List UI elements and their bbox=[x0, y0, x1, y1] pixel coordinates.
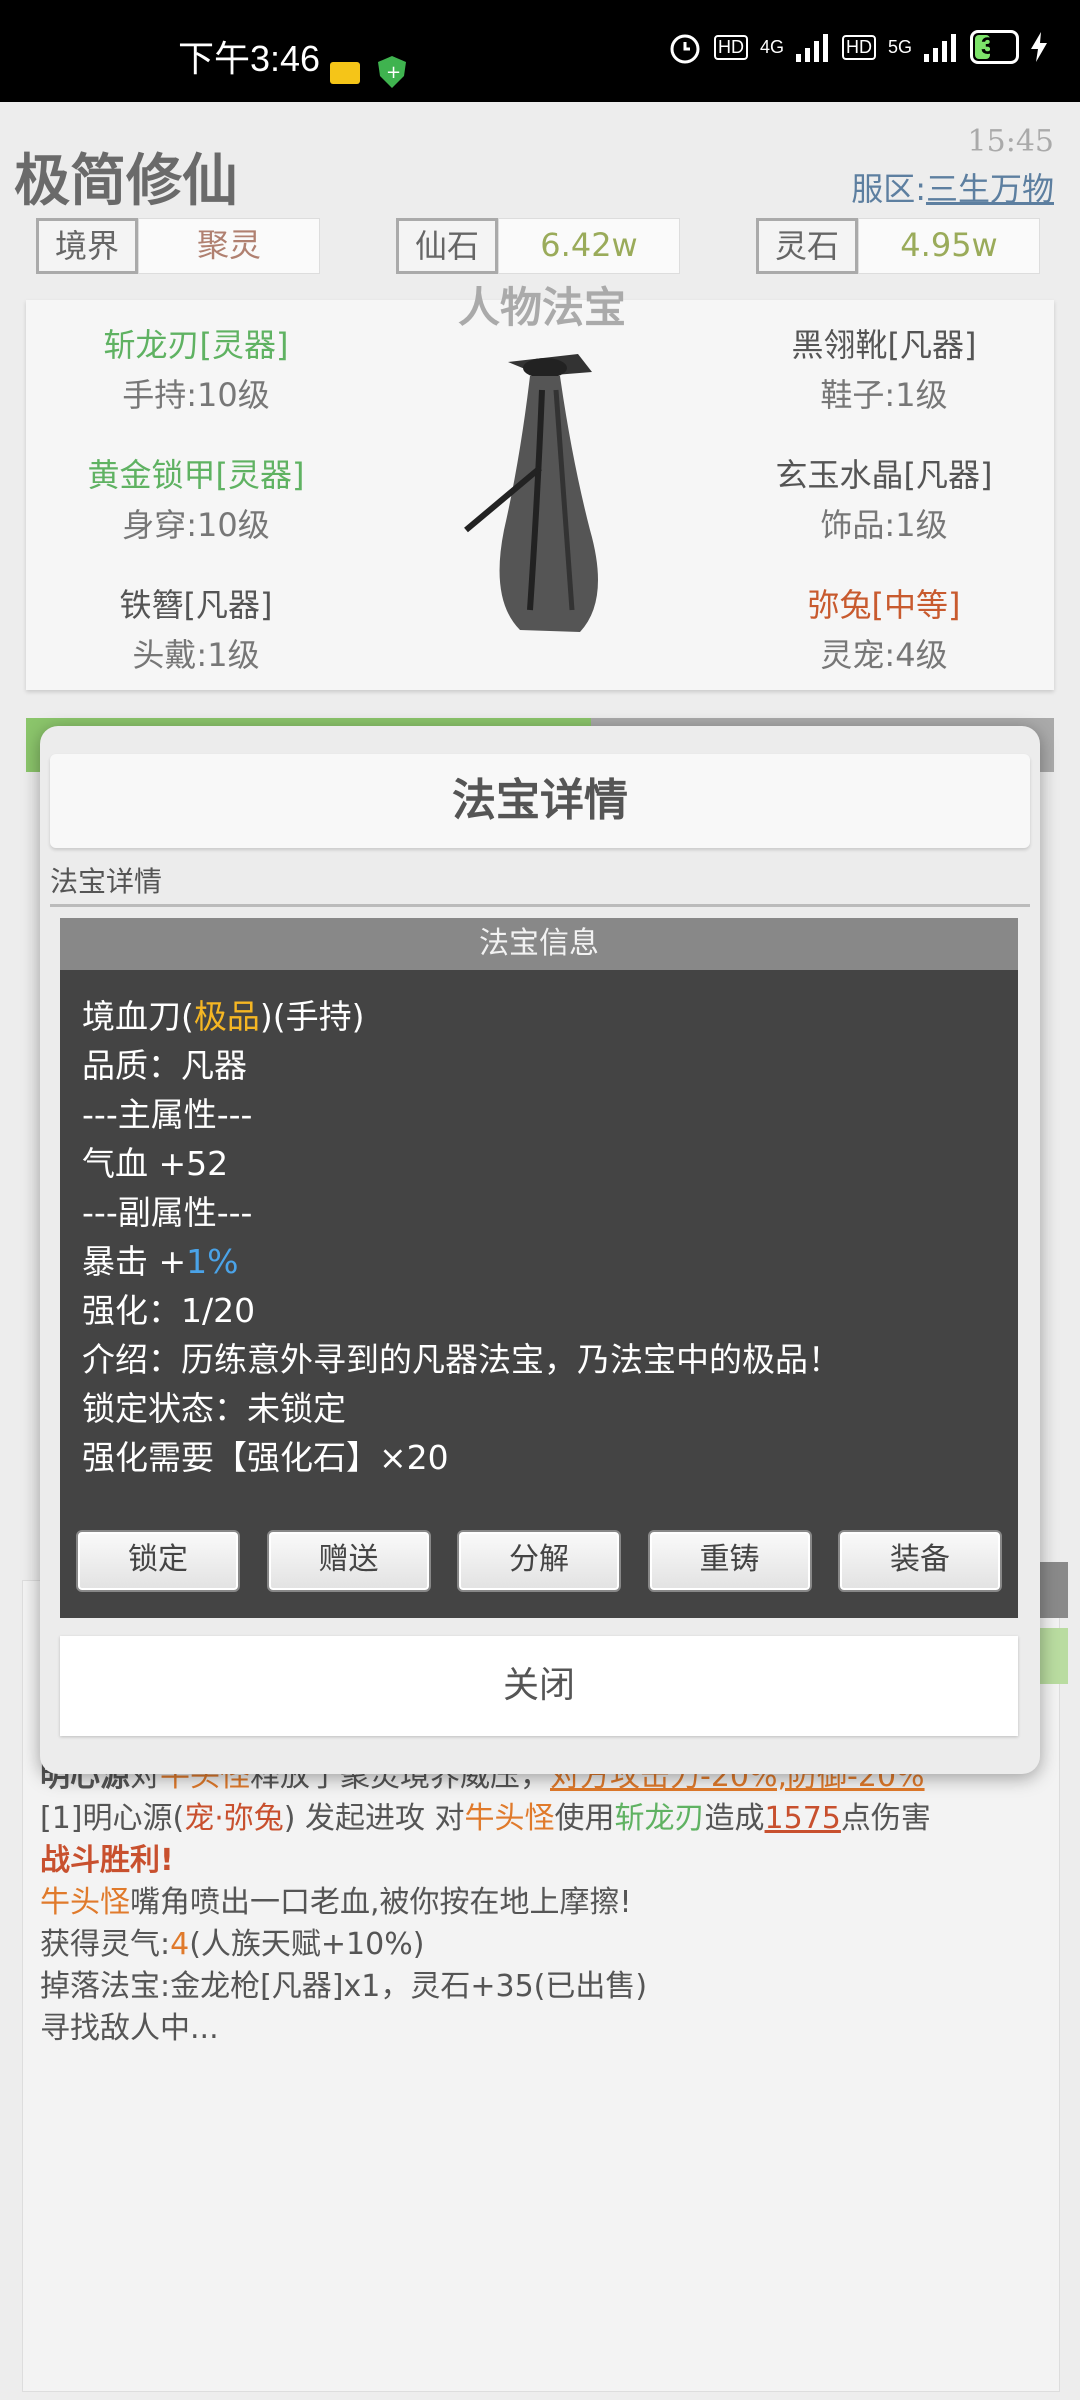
alarm-icon bbox=[670, 34, 700, 64]
log-line: 牛头怪嘴角喷出一口老血,被你按在地上摩擦! bbox=[40, 1885, 632, 1920]
equip-name: 玄玉水晶[凡器] bbox=[775, 456, 993, 494]
main-attr-header: ---主属性--- bbox=[82, 1095, 253, 1134]
equip-name: 黄金锁甲[灵器] bbox=[87, 456, 305, 494]
charging-icon bbox=[1030, 32, 1047, 62]
item-info-box: 法宝信息 境血刀(极品)(手持) 品质：凡器 ---主属性--- 气血 +52 … bbox=[60, 918, 1018, 1618]
equip-slot-pet[interactable]: 弥兔[中等] 灵宠:4级 bbox=[734, 580, 1034, 676]
immortal-stone-label: 仙石 bbox=[396, 218, 499, 274]
realm-value: 聚灵 bbox=[138, 218, 321, 274]
equipment-title: 人物法宝 bbox=[458, 283, 627, 332]
equip-sub: 身穿:10级 bbox=[122, 506, 270, 544]
shield-icon: + bbox=[378, 56, 406, 88]
lock-button[interactable]: 锁定 bbox=[76, 1530, 240, 1592]
character-figure bbox=[464, 354, 598, 632]
recast-button[interactable]: 重铸 bbox=[647, 1530, 812, 1592]
server-prefix: 服区: bbox=[851, 170, 926, 208]
item-quality: 品质：凡器 bbox=[82, 1046, 247, 1085]
status-right: HD 4G HD 5G 33 bbox=[668, 30, 1047, 64]
main-attr-line: 气血 +52 bbox=[82, 1144, 229, 1183]
immortal-stone-value: 6.42w bbox=[498, 218, 681, 274]
log-line: 获得灵气:4(人族天赋+10%) bbox=[40, 1927, 425, 1962]
equip-slot-weapon[interactable]: 斩龙刃[灵器] 手持:10级 bbox=[46, 320, 346, 416]
server-info: 服区:三生万物 bbox=[851, 164, 1054, 210]
status-bar: 下午3:46 + HD 4G HD 5G 33 bbox=[0, 0, 1080, 102]
spirit-stone-field: 灵石 4.95w bbox=[756, 218, 1041, 274]
battle-log: 明心源对牛头怪释放了聚灵境界威压，对方攻击力-20%,防御-20% [1]明心源… bbox=[40, 1756, 1040, 2050]
equip-sub: 灵宠:4级 bbox=[820, 636, 948, 674]
equip-slot-armor[interactable]: 黄金锁甲[灵器] 身穿:10级 bbox=[46, 450, 346, 546]
message-icon bbox=[330, 62, 360, 84]
close-button[interactable]: 关闭 bbox=[60, 1636, 1018, 1736]
info-body: 境血刀(极品)(手持) 品质：凡器 ---主属性--- 气血 +52 ---副属… bbox=[60, 970, 1018, 1482]
action-buttons: 锁定 赠送 分解 重铸 装备 bbox=[76, 1530, 1002, 1592]
equip-sub: 饰品:1级 bbox=[820, 506, 948, 544]
item-detail-modal: 法宝详情 法宝详情 法宝信息 境血刀(极品)(手持) 品质：凡器 ---主属性-… bbox=[40, 726, 1040, 1774]
app-title: 极简修仙 bbox=[14, 148, 238, 214]
game-clock: 15:45 bbox=[967, 124, 1054, 159]
sub-attr-header: ---副属性--- bbox=[82, 1193, 253, 1232]
equip-sub: 鞋子:1级 bbox=[820, 376, 948, 414]
server-name-link[interactable]: 三生万物 bbox=[926, 170, 1054, 208]
spirit-stone-label: 灵石 bbox=[756, 218, 859, 274]
status-time: 下午3:46 bbox=[178, 38, 321, 79]
modal-title: 法宝详情 bbox=[50, 754, 1030, 848]
sub-attr-line: 暴击 +1% bbox=[82, 1242, 239, 1281]
svg-text:+: + bbox=[386, 62, 401, 83]
modal-tab[interactable]: 法宝详情 bbox=[50, 860, 1030, 907]
equip-name: 斩龙刃[灵器] bbox=[103, 326, 289, 364]
enhance-requirement: 强化需要【强化石】×20 bbox=[82, 1438, 449, 1477]
equip-name: 黑翎靴[凡器] bbox=[791, 326, 977, 364]
log-line: 战斗胜利! bbox=[40, 1843, 174, 1878]
signal-4g-label: 4G bbox=[760, 36, 785, 57]
signal-icon bbox=[796, 34, 829, 62]
item-name-line: 境血刀(极品)(手持) bbox=[82, 997, 365, 1036]
immortal-stone-field: 仙石 6.42w bbox=[396, 218, 681, 274]
equip-name: 弥兔[中等] bbox=[807, 586, 961, 624]
realm-field: 境界 聚灵 bbox=[36, 218, 321, 274]
equip-sub: 手持:10级 bbox=[122, 376, 270, 414]
hd-badge-2: HD bbox=[842, 34, 877, 60]
item-intro: 介绍：历练意外寻到的凡器法宝，乃法宝中的极品！ bbox=[82, 1340, 841, 1379]
equip-button[interactable]: 装备 bbox=[838, 1530, 1002, 1592]
log-line: [1]明心源(宠·弥兔) 发起进攻 对牛头怪使用斩龙刃造成1575点伤害 bbox=[40, 1801, 931, 1836]
equip-name: 铁簪[凡器] bbox=[119, 586, 273, 624]
lock-status: 锁定状态：未锁定 bbox=[82, 1389, 346, 1428]
hd-badge: HD bbox=[714, 34, 748, 60]
log-line: 寻找敌人中... bbox=[40, 2011, 219, 2046]
decompose-button[interactable]: 分解 bbox=[457, 1530, 621, 1592]
equip-sub: 头戴:1级 bbox=[132, 636, 260, 674]
battery-icon: 33 bbox=[970, 30, 1019, 64]
info-header: 法宝信息 bbox=[60, 918, 1018, 970]
spirit-stone-value: 4.95w bbox=[858, 218, 1041, 274]
signal-5g-label: 5G bbox=[888, 36, 913, 57]
enhance-level: 强化：1/20 bbox=[82, 1291, 256, 1330]
equip-slot-boots[interactable]: 黑翎靴[凡器] 鞋子:1级 bbox=[734, 320, 1034, 416]
realm-label: 境界 bbox=[36, 218, 139, 274]
gift-button[interactable]: 赠送 bbox=[266, 1530, 431, 1592]
equip-slot-head[interactable]: 铁簪[凡器] 头戴:1级 bbox=[46, 580, 346, 676]
log-line: 掉落法宝:金龙枪[凡器]x1，灵石+35(已出售) bbox=[40, 1969, 648, 2004]
equip-slot-accessory[interactable]: 玄玉水晶[凡器] 饰品:1级 bbox=[734, 450, 1034, 546]
signal-icon-2 bbox=[924, 34, 957, 62]
